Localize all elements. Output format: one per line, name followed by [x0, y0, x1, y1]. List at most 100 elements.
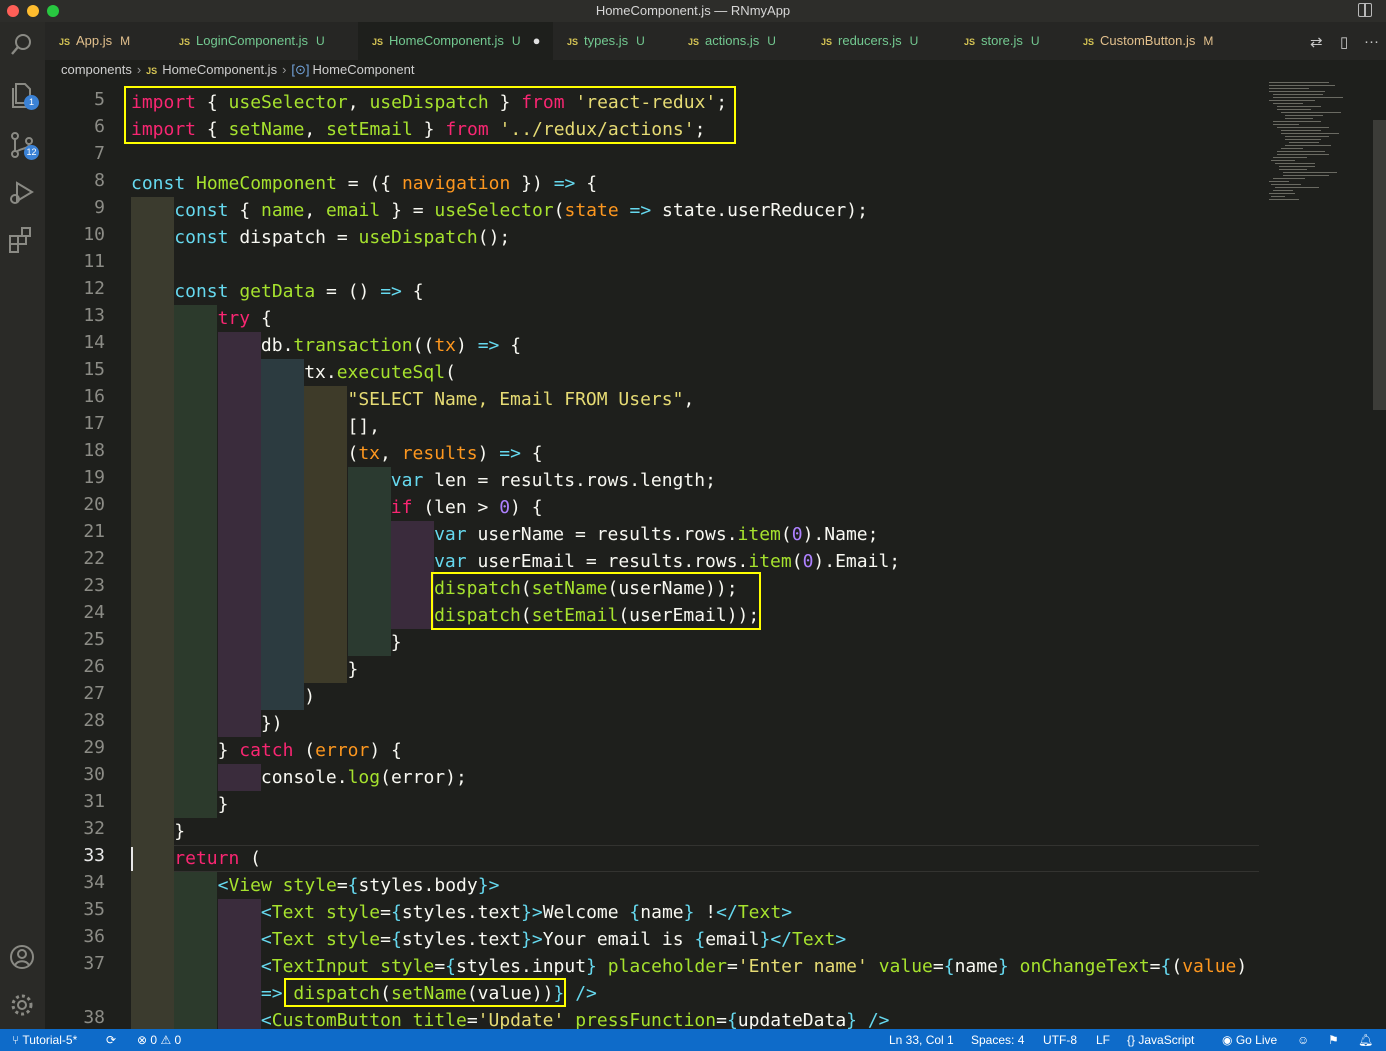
- feedback-icon[interactable]: ⚑: [1328, 1029, 1339, 1051]
- cursor-position[interactable]: Ln 33, Col 1: [889, 1029, 954, 1051]
- account-icon[interactable]: [7, 942, 37, 972]
- source-control-icon[interactable]: 12: [7, 130, 39, 160]
- eol-status[interactable]: LF: [1096, 1029, 1110, 1051]
- code-token: ) {: [369, 740, 402, 761]
- tab-custombutton-js[interactable]: JS CustomButton.js M: [1069, 22, 1224, 60]
- compare-changes-icon[interactable]: ⇄: [1310, 33, 1323, 51]
- more-actions-icon[interactable]: ···: [1364, 33, 1379, 50]
- language-label: JavaScript: [1138, 1033, 1195, 1047]
- code-line[interactable]: <Text style={styles.text}>Your email is …: [261, 926, 846, 953]
- code-line[interactable]: import { useSelector, useDispatch } from…: [131, 89, 727, 116]
- tab-actions-js[interactable]: JS actions.js U: [674, 22, 807, 60]
- code-line[interactable]: }: [218, 791, 229, 818]
- breadcrumb-file[interactable]: HomeComponent.js: [162, 62, 277, 77]
- code-line[interactable]: const getData = () => {: [174, 278, 423, 305]
- extensions-icon[interactable]: [7, 225, 37, 255]
- code-line[interactable]: }): [261, 710, 283, 737]
- unsaved-dot-icon[interactable]: ●: [533, 33, 541, 48]
- code-line[interactable]: dispatch(setEmail(userEmail));: [434, 602, 759, 629]
- code-token: import: [131, 92, 197, 113]
- line-number: 10: [83, 224, 105, 245]
- tab-store-js[interactable]: JS store.js U: [950, 22, 1069, 60]
- code-line[interactable]: var len = results.rows.length;: [391, 467, 716, 494]
- code-line[interactable]: try {: [218, 305, 272, 332]
- code-line[interactable]: "SELECT Name, Email FROM Users",: [348, 386, 695, 413]
- explorer-icon[interactable]: 1: [7, 80, 39, 110]
- code-line[interactable]: [],: [348, 413, 381, 440]
- code-line[interactable]: const { name, email } = useSelector(stat…: [174, 197, 868, 224]
- line-number: 14: [83, 332, 105, 353]
- code-token: >: [488, 875, 500, 896]
- code-token: }: [846, 1010, 857, 1029]
- split-editor-icon[interactable]: ▯: [1340, 33, 1348, 51]
- code-area[interactable]: import { useSelector, useDispatch } from…: [124, 80, 1361, 1029]
- code-line[interactable]: const dispatch = useDispatch();: [174, 224, 510, 251]
- search-icon[interactable]: [7, 30, 37, 60]
- tab-app-js[interactable]: JS App.js M: [45, 22, 165, 60]
- code-token: ): [304, 686, 316, 707]
- tab-logincomponent-js[interactable]: JS LoginComponent.js U: [165, 22, 358, 60]
- code-line[interactable]: <View style={styles.body}>: [218, 872, 500, 899]
- code-line[interactable]: import { setName, setEmail } from '../re…: [131, 116, 705, 143]
- indent-guide: [390, 575, 434, 602]
- minimap-line: [1273, 103, 1303, 104]
- language-mode[interactable]: {} JavaScript: [1127, 1029, 1194, 1051]
- code-line[interactable]: dispatch(setName(userName));: [434, 575, 737, 602]
- indentation-status[interactable]: Spaces: 4: [971, 1029, 1024, 1051]
- code-token: name: [640, 902, 684, 923]
- code-line[interactable]: ): [304, 683, 315, 710]
- branch-status[interactable]: ⑂ Tutorial-5*: [12, 1029, 77, 1051]
- tab-types-js[interactable]: JS types.js U: [553, 22, 674, 60]
- indent-guide: [131, 656, 174, 683]
- code-token: =: [466, 1010, 478, 1029]
- code-line[interactable]: const HomeComponent = ({ navigation }) =…: [131, 170, 597, 197]
- indent-guide: [217, 710, 261, 737]
- code-token: {: [943, 956, 955, 977]
- code-token: useDispatch: [369, 92, 489, 113]
- code-line[interactable]: <CustomButton title='Update' pressFuncti…: [261, 1007, 890, 1029]
- code-line[interactable]: if (len > 0) {: [391, 494, 543, 521]
- indent-guide: [304, 413, 348, 440]
- scrollbar-thumb[interactable]: [1373, 120, 1386, 410]
- indent-guide: [304, 521, 348, 548]
- code-token: (: [791, 551, 803, 572]
- problems-status[interactable]: ⊗ 0 ⚠ 0: [137, 1029, 181, 1051]
- code-line[interactable]: (tx, results) => {: [348, 440, 543, 467]
- code-line[interactable]: }: [174, 818, 185, 845]
- code-line[interactable]: console.log(error);: [261, 764, 467, 791]
- code-line[interactable]: var userEmail = results.rows.item(0).Ema…: [434, 548, 900, 575]
- layout-icon[interactable]: [1358, 3, 1372, 17]
- code-token: =>: [477, 335, 500, 356]
- copilot-icon[interactable]: ☺: [1297, 1029, 1309, 1051]
- code-token: </: [716, 902, 738, 923]
- code-line[interactable]: => dispatch(setName(value))} />: [261, 980, 597, 1007]
- code-line[interactable]: return (: [174, 845, 261, 872]
- indent-guide: [304, 548, 348, 575]
- tab-homecomponent-js[interactable]: JS HomeComponent.js U ●: [358, 22, 553, 60]
- code-token: = (): [315, 281, 381, 302]
- run-debug-icon[interactable]: [7, 177, 37, 207]
- encoding-status[interactable]: UTF-8: [1043, 1029, 1077, 1051]
- code-editor[interactable]: 5 6 7 8 9 10 11 12 13 14 15 16 17 18 19 20 21 22 23 24 25 26 2…: [45, 80, 1368, 1029]
- settings-gear-icon[interactable]: [7, 990, 37, 1020]
- code-line[interactable]: tx.executeSql(: [304, 359, 456, 386]
- code-line[interactable]: <Text style={styles.text}>Welcome {name}…: [261, 899, 792, 926]
- code-token: placeholder: [607, 956, 727, 977]
- minimap-line: [1273, 97, 1343, 98]
- code-line[interactable]: <TextInput style={styles.input} placehol…: [261, 953, 1247, 980]
- code-line[interactable]: }: [391, 629, 402, 656]
- code-line[interactable]: var userName = results.rows.item(0).Name…: [434, 521, 878, 548]
- go-live-button[interactable]: ◉ Go Live: [1222, 1029, 1277, 1051]
- code-line[interactable]: } catch (error) {: [218, 737, 402, 764]
- window-title: HomeComponent.js — RNmyApp: [595, 3, 791, 18]
- notifications-bell-icon[interactable]: 🔔︎: [1358, 1029, 1373, 1051]
- code-token: try: [217, 308, 251, 329]
- minimap[interactable]: [1265, 80, 1373, 1029]
- sync-icon[interactable]: ⟳: [106, 1029, 116, 1051]
- breadcrumb-symbol[interactable]: HomeComponent: [313, 62, 415, 77]
- code-line[interactable]: }: [348, 656, 359, 683]
- breadcrumb-folder[interactable]: components: [61, 62, 132, 77]
- tab-reducers-js[interactable]: JS reducers.js U: [807, 22, 950, 60]
- code-line[interactable]: db.transaction((tx) => {: [261, 332, 521, 359]
